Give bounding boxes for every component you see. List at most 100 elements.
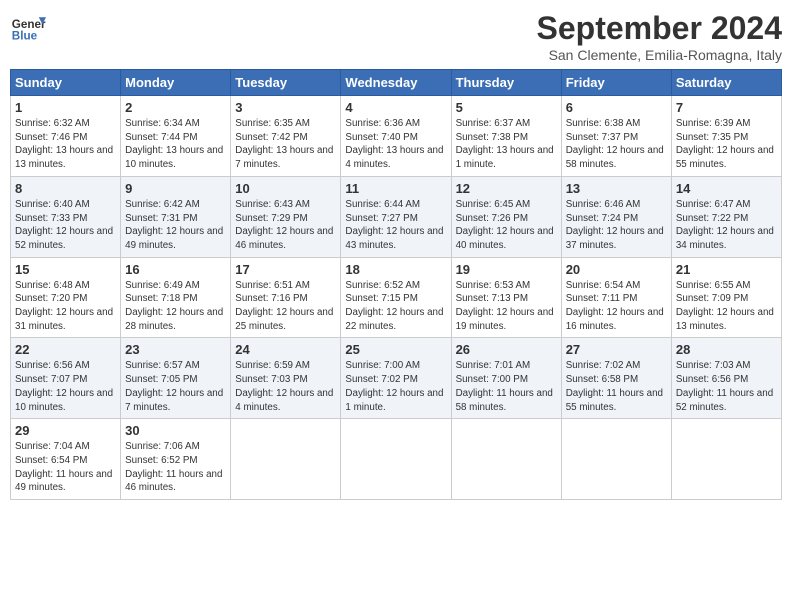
day-number: 6: [566, 100, 667, 115]
day-info: Sunrise: 6:34 AMSunset: 7:44 PMDaylight:…: [125, 117, 226, 172]
location-subtitle: San Clemente, Emilia-Romagna, Italy: [537, 47, 782, 63]
calendar-cell: 6 Sunrise: 6:38 AMSunset: 7:37 PMDaylight…: [561, 96, 671, 177]
calendar-week-2: 8 Sunrise: 6:40 AMSunset: 7:33 PMDaylight…: [11, 176, 782, 257]
day-info: Sunrise: 6:44 AMSunset: 7:27 PMDaylight:…: [345, 198, 446, 253]
calendar-header: SundayMondayTuesdayWednesdayThursdayFrid…: [11, 70, 782, 96]
day-number: 23: [125, 342, 226, 357]
day-info: Sunrise: 6:40 AMSunset: 7:33 PMDaylight:…: [15, 198, 116, 253]
day-info: Sunrise: 7:01 AMSunset: 7:00 PMDaylight:…: [456, 359, 557, 414]
logo: General Blue: [10, 10, 46, 46]
day-info: Sunrise: 6:38 AMSunset: 7:37 PMDaylight:…: [566, 117, 667, 172]
header-cell-friday: Friday: [561, 70, 671, 96]
day-number: 15: [15, 262, 116, 277]
day-info: Sunrise: 6:57 AMSunset: 7:05 PMDaylight:…: [125, 359, 226, 414]
day-info: Sunrise: 6:36 AMSunset: 7:40 PMDaylight:…: [345, 117, 446, 172]
page-header: General Blue September 2024 San Clemente…: [10, 10, 782, 63]
calendar-cell: 23 Sunrise: 6:57 AMSunset: 7:05 PMDayligh…: [121, 338, 231, 419]
day-number: 28: [676, 342, 777, 357]
calendar-cell: [341, 419, 451, 500]
calendar-cell: 22 Sunrise: 6:56 AMSunset: 7:07 PMDayligh…: [11, 338, 121, 419]
calendar-cell: 5 Sunrise: 6:37 AMSunset: 7:38 PMDaylight…: [451, 96, 561, 177]
day-info: Sunrise: 6:48 AMSunset: 7:20 PMDaylight:…: [15, 279, 116, 334]
day-number: 4: [345, 100, 446, 115]
calendar-cell: 13Sunrise: 6:46 AMSunset: 7:24 PMDayligh…: [561, 176, 671, 257]
day-number: 26: [456, 342, 557, 357]
day-number: 13: [566, 181, 667, 196]
day-info: Sunrise: 6:43 AMSunset: 7:29 PMDaylight:…: [235, 198, 336, 253]
day-info: Sunrise: 7:04 AMSunset: 6:54 PMDaylight:…: [15, 440, 116, 495]
header-cell-sunday: Sunday: [11, 70, 121, 96]
day-number: 8: [15, 181, 116, 196]
day-info: Sunrise: 7:06 AMSunset: 6:52 PMDaylight:…: [125, 440, 226, 495]
day-number: 18: [345, 262, 446, 277]
calendar-cell: [561, 419, 671, 500]
day-number: 21: [676, 262, 777, 277]
calendar-cell: 1 Sunrise: 6:32 AMSunset: 7:46 PMDaylight…: [11, 96, 121, 177]
header-cell-saturday: Saturday: [671, 70, 781, 96]
day-number: 9: [125, 181, 226, 196]
day-number: 20: [566, 262, 667, 277]
calendar-cell: 14 Sunrise: 6:47 AMSunset: 7:22 PMDayligh…: [671, 176, 781, 257]
header-cell-thursday: Thursday: [451, 70, 561, 96]
day-info: Sunrise: 6:52 AMSunset: 7:15 PMDaylight:…: [345, 279, 446, 334]
day-number: 14: [676, 181, 777, 196]
calendar-cell: 30 Sunrise: 7:06 AMSunset: 6:52 PMDayligh…: [121, 419, 231, 500]
calendar-week-5: 29 Sunrise: 7:04 AMSunset: 6:54 PMDayligh…: [11, 419, 782, 500]
calendar-cell: 26 Sunrise: 7:01 AMSunset: 7:00 PMDayligh…: [451, 338, 561, 419]
day-number: 17: [235, 262, 336, 277]
calendar-cell: 24Sunrise: 6:59 AMSunset: 7:03 PMDayligh…: [231, 338, 341, 419]
calendar-cell: 3Sunrise: 6:35 AMSunset: 7:42 PMDaylight…: [231, 96, 341, 177]
calendar-cell: 9 Sunrise: 6:42 AMSunset: 7:31 PMDaylight…: [121, 176, 231, 257]
day-number: 25: [345, 342, 446, 357]
day-info: Sunrise: 6:49 AMSunset: 7:18 PMDaylight:…: [125, 279, 226, 334]
day-number: 30: [125, 423, 226, 438]
calendar-week-1: 1 Sunrise: 6:32 AMSunset: 7:46 PMDaylight…: [11, 96, 782, 177]
month-title: September 2024: [537, 10, 782, 47]
calendar-cell: 15 Sunrise: 6:48 AMSunset: 7:20 PMDayligh…: [11, 257, 121, 338]
calendar-body: 1 Sunrise: 6:32 AMSunset: 7:46 PMDaylight…: [11, 96, 782, 500]
calendar-cell: 28 Sunrise: 7:03 AMSunset: 6:56 PMDayligh…: [671, 338, 781, 419]
day-number: 19: [456, 262, 557, 277]
calendar-cell: 10 Sunrise: 6:43 AMSunset: 7:29 PMDayligh…: [231, 176, 341, 257]
day-number: 29: [15, 423, 116, 438]
calendar-cell: 21Sunrise: 6:55 AMSunset: 7:09 PMDayligh…: [671, 257, 781, 338]
calendar-cell: [231, 419, 341, 500]
day-number: 7: [676, 100, 777, 115]
day-info: Sunrise: 6:59 AMSunset: 7:03 PMDaylight:…: [235, 359, 336, 414]
day-number: 22: [15, 342, 116, 357]
calendar-cell: 27Sunrise: 7:02 AMSunset: 6:58 PMDayligh…: [561, 338, 671, 419]
calendar-cell: 16Sunrise: 6:49 AMSunset: 7:18 PMDayligh…: [121, 257, 231, 338]
day-info: Sunrise: 6:47 AMSunset: 7:22 PMDaylight:…: [676, 198, 777, 253]
calendar-cell: 17Sunrise: 6:51 AMSunset: 7:16 PMDayligh…: [231, 257, 341, 338]
calendar-cell: 20Sunrise: 6:54 AMSunset: 7:11 PMDayligh…: [561, 257, 671, 338]
calendar-cell: 2Sunrise: 6:34 AMSunset: 7:44 PMDaylight…: [121, 96, 231, 177]
calendar-cell: 19 Sunrise: 6:53 AMSunset: 7:13 PMDayligh…: [451, 257, 561, 338]
calendar-cell: [671, 419, 781, 500]
day-number: 3: [235, 100, 336, 115]
day-info: Sunrise: 7:02 AMSunset: 6:58 PMDaylight:…: [566, 359, 667, 414]
header-cell-wednesday: Wednesday: [341, 70, 451, 96]
day-info: Sunrise: 6:42 AMSunset: 7:31 PMDaylight:…: [125, 198, 226, 253]
day-info: Sunrise: 7:00 AMSunset: 7:02 PMDaylight:…: [345, 359, 446, 414]
day-info: Sunrise: 6:56 AMSunset: 7:07 PMDaylight:…: [15, 359, 116, 414]
calendar-week-3: 15 Sunrise: 6:48 AMSunset: 7:20 PMDayligh…: [11, 257, 782, 338]
day-info: Sunrise: 6:37 AMSunset: 7:38 PMDaylight:…: [456, 117, 557, 172]
day-info: Sunrise: 6:32 AMSunset: 7:46 PMDaylight:…: [15, 117, 116, 172]
day-info: Sunrise: 6:45 AMSunset: 7:26 PMDaylight:…: [456, 198, 557, 253]
day-info: Sunrise: 6:53 AMSunset: 7:13 PMDaylight:…: [456, 279, 557, 334]
day-number: 5: [456, 100, 557, 115]
day-number: 10: [235, 181, 336, 196]
title-block: September 2024 San Clemente, Emilia-Roma…: [537, 10, 782, 63]
logo-icon: General Blue: [10, 10, 46, 46]
calendar-cell: 4 Sunrise: 6:36 AMSunset: 7:40 PMDaylight…: [341, 96, 451, 177]
calendar-cell: 7Sunrise: 6:39 AMSunset: 7:35 PMDaylight…: [671, 96, 781, 177]
day-number: 1: [15, 100, 116, 115]
calendar-cell: 25 Sunrise: 7:00 AMSunset: 7:02 PMDayligh…: [341, 338, 451, 419]
day-info: Sunrise: 7:03 AMSunset: 6:56 PMDaylight:…: [676, 359, 777, 414]
calendar-cell: 12Sunrise: 6:45 AMSunset: 7:26 PMDayligh…: [451, 176, 561, 257]
calendar-cell: 18 Sunrise: 6:52 AMSunset: 7:15 PMDayligh…: [341, 257, 451, 338]
calendar-cell: 29 Sunrise: 7:04 AMSunset: 6:54 PMDayligh…: [11, 419, 121, 500]
header-row: SundayMondayTuesdayWednesdayThursdayFrid…: [11, 70, 782, 96]
header-cell-monday: Monday: [121, 70, 231, 96]
header-cell-tuesday: Tuesday: [231, 70, 341, 96]
